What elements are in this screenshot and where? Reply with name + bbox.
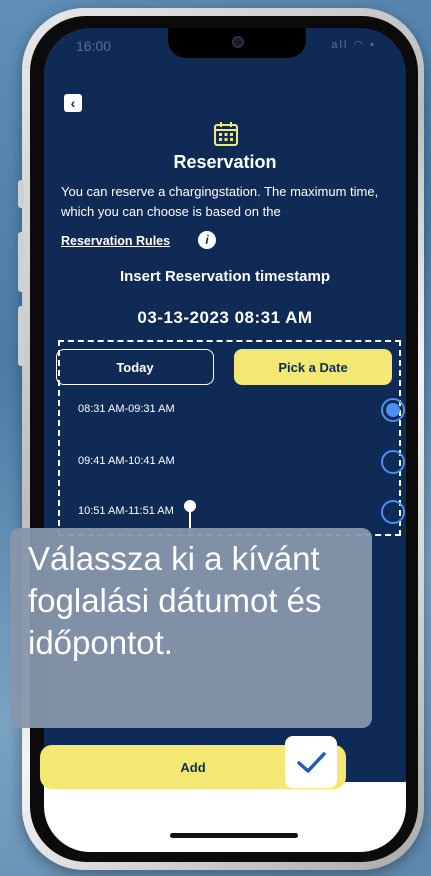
checkmark-icon bbox=[297, 752, 326, 773]
time-slot-label: 08:31 AM-09:31 AM bbox=[78, 403, 175, 415]
status-icons: all ◠ ▪ bbox=[331, 39, 376, 51]
section-subtitle: Insert Reservation timestamp bbox=[119, 268, 331, 285]
confirm-check-box[interactable] bbox=[285, 736, 337, 788]
mute-switch bbox=[18, 180, 24, 208]
notch bbox=[168, 28, 306, 58]
radio-selected[interactable] bbox=[381, 398, 405, 422]
status-time: 16:00 bbox=[76, 38, 112, 54]
home-indicator bbox=[170, 833, 298, 838]
volume-up-button bbox=[18, 232, 24, 292]
radio-unselected[interactable] bbox=[381, 450, 405, 474]
time-slot-label: 09:41 AM-10:41 AM bbox=[78, 455, 175, 467]
app-screen: 16:00 all ◠ ▪ ‹ Reservation You can rese… bbox=[44, 28, 406, 852]
page-title: Reservation bbox=[173, 152, 277, 172]
bottom-bar bbox=[44, 782, 406, 852]
chevron-left-icon: ‹ bbox=[70, 95, 76, 111]
today-button[interactable]: Today bbox=[56, 349, 214, 385]
instruction-tooltip: Válassza ki a kívánt foglalási dátumot é… bbox=[10, 528, 372, 728]
volume-down-button bbox=[18, 306, 24, 366]
time-slot-3[interactable]: 10:51 AM-11:51 AM bbox=[64, 496, 406, 530]
back-button[interactable]: ‹ bbox=[64, 94, 82, 112]
time-slot-2[interactable]: 09:41 AM-10:41 AM bbox=[64, 446, 406, 480]
time-slot-1[interactable]: 08:31 AM-09:31 AM bbox=[64, 394, 406, 428]
calendar-icon bbox=[214, 122, 238, 146]
radio-unselected[interactable] bbox=[381, 500, 405, 524]
info-icon[interactable]: i bbox=[198, 231, 216, 249]
pick-date-button[interactable]: Pick a Date bbox=[234, 349, 392, 385]
tooltip-pointer-dot bbox=[184, 500, 196, 512]
reservation-rules-link[interactable]: Reservation Rules bbox=[61, 234, 170, 248]
time-slot-label: 10:51 AM-11:51 AM bbox=[78, 505, 174, 517]
selected-datetime: 03-13-2023 08:31 AM bbox=[137, 308, 313, 327]
description-text: You can reserve a chargingstation. The m… bbox=[61, 184, 379, 219]
front-camera bbox=[232, 36, 244, 48]
